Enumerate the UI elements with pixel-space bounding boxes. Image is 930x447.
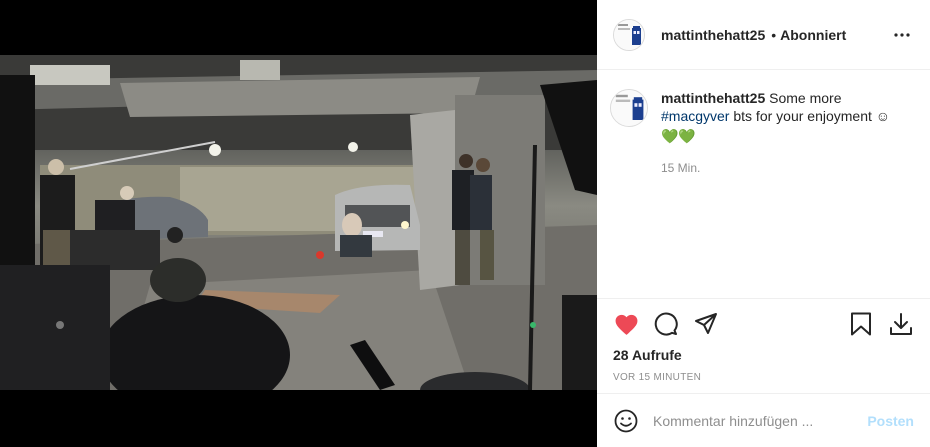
caption-username[interactable]: mattinthehatt25: [661, 90, 765, 106]
smiley-icon: [614, 409, 638, 432]
caption-text-before: Some more: [769, 90, 842, 106]
download-icon: [890, 313, 912, 335]
follow-status-button[interactable]: Abonniert: [780, 27, 846, 43]
comment-input[interactable]: [653, 412, 868, 429]
bookmark-icon: [851, 312, 871, 336]
share-button[interactable]: [693, 311, 719, 337]
user-avatar[interactable]: [613, 18, 645, 51]
video-frame-scene: [0, 55, 597, 390]
posted-time[interactable]: VOR 15 MINUTEN: [613, 372, 914, 383]
tardis-avatar-icon: [611, 90, 647, 126]
emoji-button[interactable]: [613, 408, 639, 434]
tardis-avatar-icon: [614, 19, 644, 50]
download-button[interactable]: [888, 311, 914, 337]
save-button[interactable]: [848, 311, 874, 337]
heart-filled-icon: [615, 314, 637, 335]
comment-button[interactable]: [653, 311, 679, 337]
media-panel: [0, 0, 597, 447]
view-count[interactable]: 28 Aufrufe: [613, 347, 914, 363]
add-comment-bar: Posten: [597, 393, 930, 447]
caption-text-after: bts for your enjoyment ☺: [733, 108, 891, 124]
actions-section: 28 Aufrufe VOR 15 MINUTEN: [597, 298, 930, 383]
comment-bubble-icon: [654, 312, 678, 336]
post-comment-button[interactable]: Posten: [867, 413, 914, 429]
post-header: mattinthehatt25 • Abonniert: [597, 0, 930, 70]
header-username[interactable]: mattinthehatt25: [661, 27, 765, 43]
caption-text: mattinthehatt25 Some more #macgyver bts …: [661, 89, 901, 298]
more-options-button[interactable]: [890, 23, 914, 47]
more-dots-icon: [894, 32, 910, 37]
caption-timestamp[interactable]: 15 Min.: [661, 159, 901, 177]
action-icons-right: [848, 311, 914, 337]
green-hearts-emoji: 💚💚: [661, 128, 696, 144]
caption-area: mattinthehatt25 Some more #macgyver bts …: [597, 70, 930, 298]
paper-plane-icon: [695, 313, 717, 334]
hashtag-link[interactable]: #macgyver: [661, 108, 729, 124]
action-icons-row: [613, 309, 914, 339]
header-separator: •: [771, 26, 777, 43]
caption-avatar[interactable]: [610, 89, 648, 127]
video-player[interactable]: [0, 55, 597, 390]
post-side-panel: mattinthehatt25 • Abonniert mattinthehat…: [597, 0, 930, 447]
like-button[interactable]: [613, 311, 639, 337]
